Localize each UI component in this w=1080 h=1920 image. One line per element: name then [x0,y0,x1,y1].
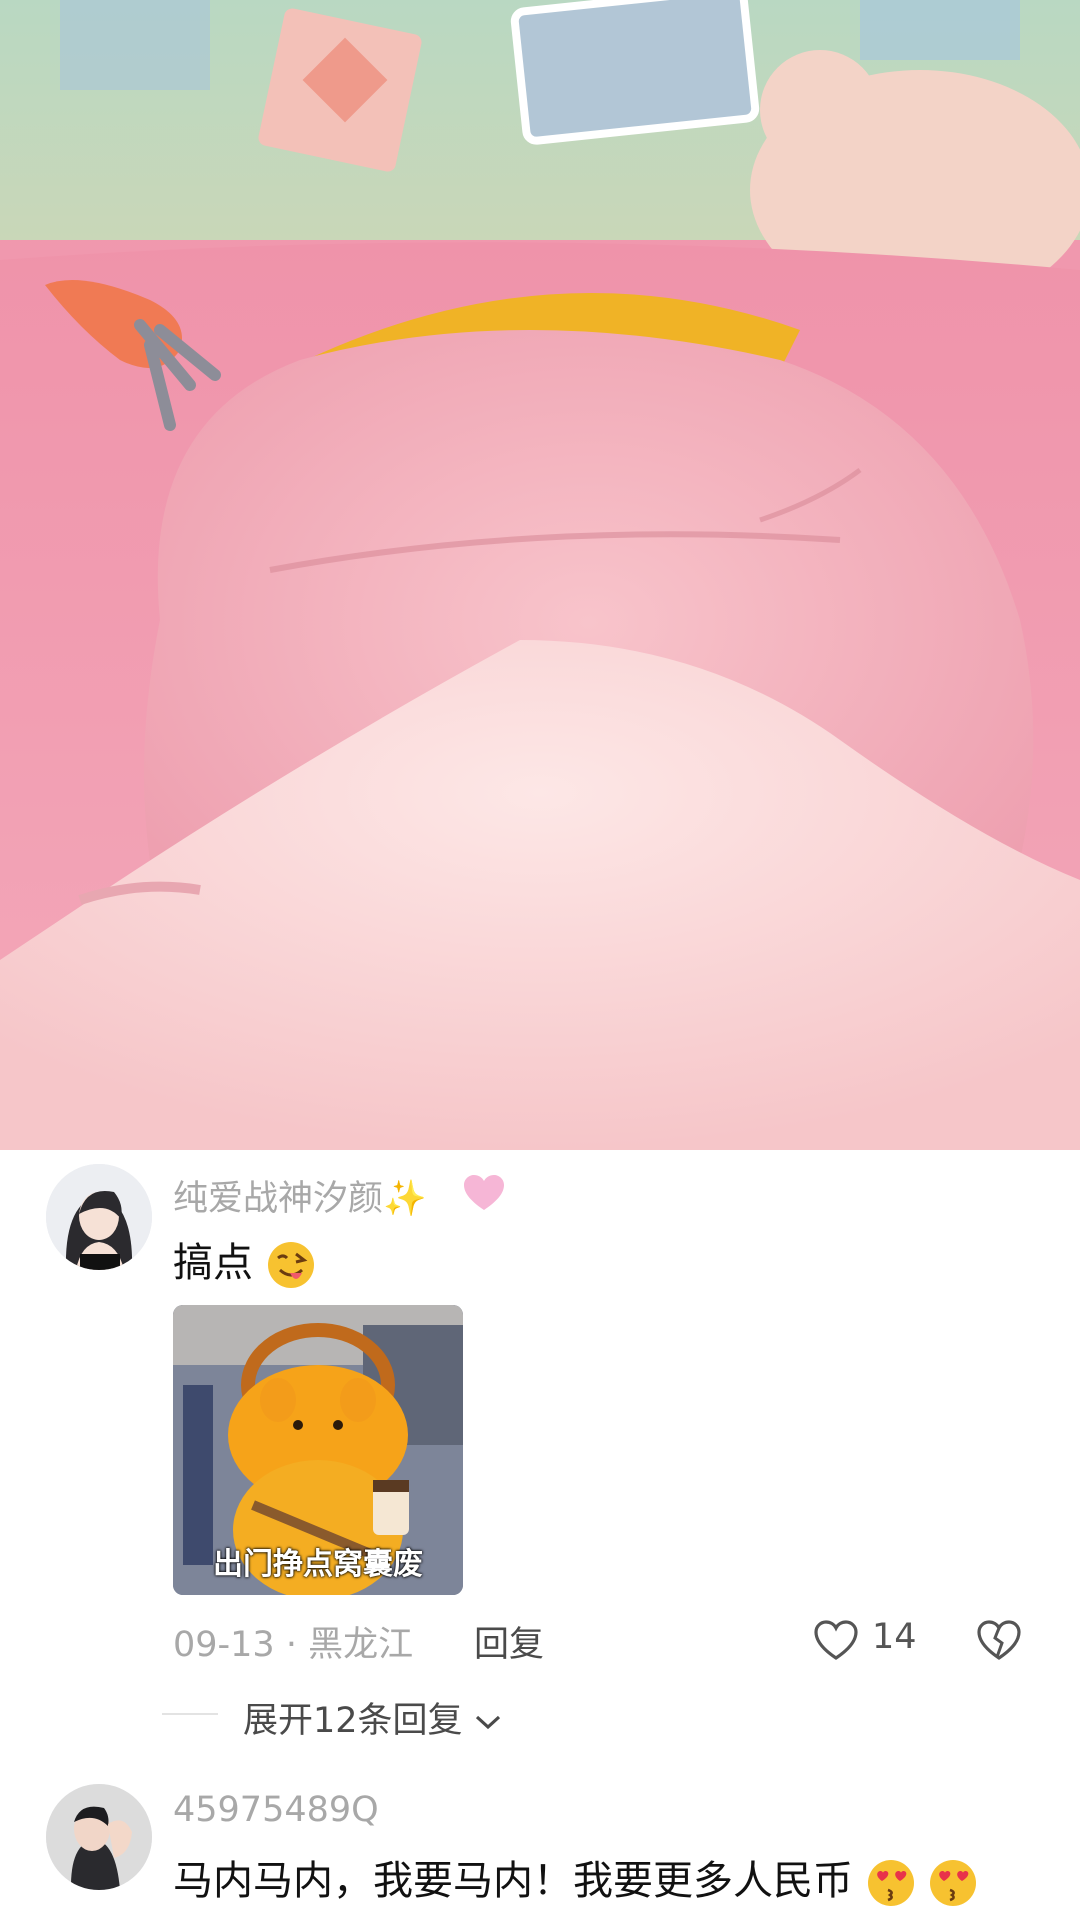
winking-tongue-emoji-icon [267,1242,314,1288]
like-count: 14 [872,1617,917,1657]
kissing-heart-eyes-emoji-icon [930,1860,977,1906]
chevron-down-icon [475,1715,500,1730]
expand-replies-button[interactable]: 展开12条回复 [243,1692,502,1743]
media-illustration [0,0,1080,1150]
comment-username[interactable]: 纯爱战神汐颜✨ [173,1170,427,1221]
sparkle-icon: ✨ [383,1179,427,1219]
sticker-caption: 出门挣点窝囊废 [213,1547,423,1582]
comment-text: 搞点 [173,1230,316,1290]
comment-location: 黑龙江 [308,1625,414,1665]
avatar[interactable] [46,1784,152,1890]
heart-badge-icon [464,1175,504,1210]
avatar-man-image [46,1784,152,1890]
kissing-heart-eyes-emoji-icon [867,1860,914,1906]
avatar-girl-image [46,1164,152,1270]
comment-username[interactable]: 45975489Q [173,1790,379,1830]
avatar[interactable] [46,1164,152,1270]
reply-button[interactable]: 回复 [474,1616,544,1667]
like-heart-icon[interactable] [813,1619,859,1661]
divider [162,1713,218,1715]
dislike-broken-heart-icon[interactable] [976,1619,1022,1661]
comment-list: 纯爱战神汐颜✨ 搞点 出门挣点窝囊废 09-13 · 黑龙江 回复 14 展开1… [0,1150,1080,1920]
media-preview[interactable] [0,0,1080,1150]
comment-sticker-image[interactable]: 出门挣点窝囊废 [173,1305,463,1595]
comment-text: 马内马内，我要马内！我要更多人民币 [173,1848,978,1908]
comment-date: 09-13 · 黑龙江 [173,1625,414,1665]
